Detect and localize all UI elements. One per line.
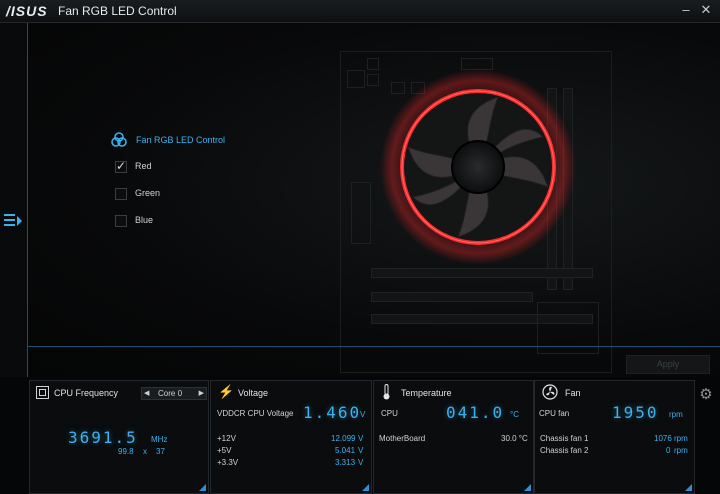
voltage-row-unit: V [358, 458, 364, 467]
blue-checkbox[interactable] [115, 215, 127, 227]
voltage-row-label: +3.3V [217, 458, 239, 467]
rgb-icon [111, 132, 127, 147]
fan-title: Fan [565, 388, 581, 398]
fan-row-label: Chassis fan 1 [540, 434, 589, 443]
cpu-icon [36, 386, 49, 399]
cpu-frequency-value: 3691.5 [68, 428, 138, 447]
cpu-fan-unit: rpm [669, 410, 683, 419]
option-label: Green [135, 188, 161, 198]
temperature-panel: Temperature CPU 041.0 °C MotherBoard 30.… [373, 380, 534, 494]
multiplier-sep: x [143, 447, 147, 456]
red-checkbox[interactable] [115, 159, 127, 173]
voltage-title: Voltage [238, 388, 269, 398]
fan-icon [542, 384, 558, 400]
temperature-title: Temperature [401, 388, 452, 398]
core-selector[interactable]: ◀ Core 0 ▶ [141, 387, 207, 400]
fan-row-label: Chassis fan 2 [540, 446, 589, 455]
thermometer-icon [383, 384, 390, 400]
voltage-row-value: 12.099 [331, 434, 356, 443]
cpu-fan-value: 1950 [612, 403, 659, 422]
fan-row-value: 0 [666, 446, 671, 455]
voltage-row-unit: V [358, 446, 364, 455]
panel-corner [199, 484, 206, 491]
vddcr-label: VDDCR CPU Voltage [217, 409, 294, 418]
cpu-fan-label: CPU fan [539, 409, 570, 418]
panel-corner [524, 484, 531, 491]
core-next-icon[interactable]: ▶ [199, 388, 204, 399]
core-selected: Core 0 [158, 389, 183, 398]
divider [28, 346, 720, 347]
title-bar: /ISUS Fan RGB LED Control – ✕ [0, 0, 720, 23]
cpu-temp-value: 041.0 [446, 403, 505, 422]
fan-row-unit: rpm [674, 446, 688, 455]
fan-panel: Fan CPU fan 1950 rpm Chassis fan 1 1076 … [534, 380, 695, 494]
led-control-title: Fan RGB LED Control [136, 135, 226, 145]
fan-row-unit: rpm [674, 434, 688, 443]
cpu-frequency-unit: MHz [151, 435, 168, 444]
menu-expand-icon[interactable] [4, 213, 24, 231]
main-content [28, 23, 720, 377]
green-checkbox[interactable] [115, 188, 127, 200]
voltage-row-value: 5.041 [335, 446, 356, 455]
temp-row-value: 30.0 °C [501, 434, 528, 443]
app-title: Fan RGB LED Control [58, 4, 177, 18]
left-sidebar [0, 23, 28, 377]
core-prev-icon[interactable]: ◀ [144, 388, 149, 399]
asus-logo: /ISUS [6, 3, 48, 19]
voltage-row-label: +5V [217, 446, 232, 455]
fan-visual [380, 69, 576, 265]
fan-row-value: 1076 [654, 434, 672, 443]
panel-corner [685, 484, 692, 491]
close-button[interactable]: ✕ [698, 2, 714, 18]
voltage-row-label: +12V [217, 434, 236, 443]
cpu-temp-label: CPU [381, 409, 398, 418]
minimize-button[interactable]: – [678, 2, 694, 18]
panel-corner [362, 484, 369, 491]
voltage-icon: ⚡ [218, 384, 235, 399]
gear-icon[interactable]: ⚙ [697, 386, 715, 404]
cpu-temp-unit: °C [510, 410, 519, 419]
temp-row-label: MotherBoard [379, 434, 426, 443]
voltage-row-unit: V [358, 434, 364, 443]
vddcr-value: 1.460 [303, 403, 362, 422]
cpu-frequency-panel: CPU Frequency ◀ Core 0 ▶ 3691.5 MHz 99.8… [29, 380, 209, 494]
option-label: Blue [135, 215, 154, 225]
voltage-row-value: 3.313 [335, 458, 356, 467]
multiplier-base: 99.8 [118, 447, 134, 456]
option-label: Red [135, 161, 152, 171]
multiplier-ratio: 37 [156, 447, 165, 456]
cpu-frequency-title: CPU Frequency [54, 388, 119, 398]
vddcr-unit: V [360, 410, 366, 419]
apply-button[interactable]: Apply [626, 355, 710, 374]
voltage-panel: ⚡ Voltage VDDCR CPU Voltage 1.460 V +12V… [210, 380, 372, 494]
